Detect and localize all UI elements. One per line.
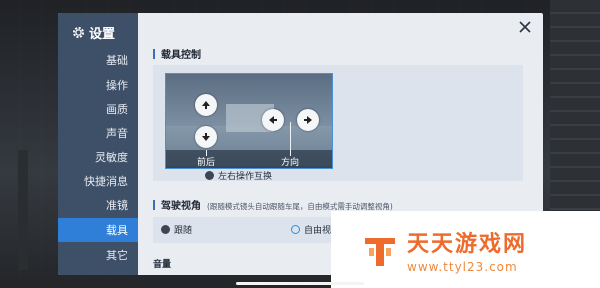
nav-item-other[interactable]: 其它 bbox=[58, 243, 138, 267]
preview-footer bbox=[166, 150, 332, 168]
arrow-right-icon bbox=[304, 116, 312, 124]
site-watermark: 天天游戏网 www.ttyl23.com bbox=[331, 211, 600, 288]
close-button[interactable] bbox=[517, 20, 533, 36]
site-logo-icon bbox=[365, 237, 395, 266]
vehicle-control-card: 前后 方向 左右操作互换 bbox=[153, 65, 523, 182]
nav-item-controls[interactable]: 操作 bbox=[58, 73, 138, 97]
watermark-url: www.ttyl23.com bbox=[407, 259, 518, 274]
free-view-radio[interactable] bbox=[291, 225, 300, 234]
nav-item-sensitivity[interactable]: 灵敏度 bbox=[58, 145, 138, 169]
vehicle-control-heading: 载具控制 bbox=[153, 46, 201, 61]
forward-button bbox=[195, 94, 217, 116]
swap-label: 左右操作互换 bbox=[218, 172, 273, 182]
nav-item-sound[interactable]: 声音 bbox=[58, 121, 138, 145]
gear-icon bbox=[72, 26, 85, 38]
driving-view-title: 驾驶视角 bbox=[161, 201, 201, 212]
settings-title-label: 设置 bbox=[89, 26, 116, 42]
nav-item-scope[interactable]: 准镜 bbox=[58, 193, 138, 217]
direction-pointer bbox=[290, 122, 291, 156]
settings-title: 设置 bbox=[72, 21, 115, 43]
volume-heading: 音量 bbox=[153, 260, 172, 270]
control-layout-preview[interactable]: 前后 方向 bbox=[165, 73, 333, 169]
nav-item-vehicle[interactable]: 载具 bbox=[58, 218, 138, 242]
left-button bbox=[262, 109, 284, 131]
forward-back-label: 前后 bbox=[197, 158, 216, 168]
swap-radio[interactable] bbox=[205, 171, 214, 180]
background-pole bbox=[18, 150, 28, 270]
home-indicator[interactable] bbox=[236, 282, 364, 285]
follow-label: 跟随 bbox=[174, 226, 193, 236]
swap-option[interactable]: 左右操作互换 bbox=[205, 169, 272, 182]
section-bar bbox=[153, 48, 155, 59]
arrow-down-icon bbox=[202, 133, 210, 141]
watermark-text: 天天游戏网 www.ttyl23.com bbox=[407, 226, 527, 274]
driving-view-heading: 驾驶视角 (跟随模式镜头自动跟随车尾，自由模式需手动调整视角) bbox=[153, 197, 393, 212]
nav-item-graphics[interactable]: 画质 bbox=[58, 97, 138, 121]
watermark-name: 天天游戏网 bbox=[407, 230, 528, 257]
arrow-left-icon bbox=[269, 116, 277, 124]
settings-sidebar: 设置 基础 操作 画质 声音 灵敏度 快捷消息 准镜 载具 其它 bbox=[58, 13, 138, 275]
close-icon bbox=[519, 21, 531, 33]
vehicle-control-title: 载具控制 bbox=[161, 50, 201, 61]
nav-item-basic[interactable]: 基础 bbox=[58, 48, 138, 72]
follow-radio[interactable] bbox=[161, 225, 170, 234]
direction-label: 方向 bbox=[281, 158, 300, 168]
section-bar bbox=[153, 199, 155, 210]
right-button bbox=[297, 109, 319, 131]
nav-item-quick-messages[interactable]: 快捷消息 bbox=[58, 169, 138, 193]
follow-option[interactable]: 跟随 bbox=[161, 223, 192, 236]
arrow-up-icon bbox=[202, 101, 210, 109]
backward-button bbox=[195, 126, 217, 148]
